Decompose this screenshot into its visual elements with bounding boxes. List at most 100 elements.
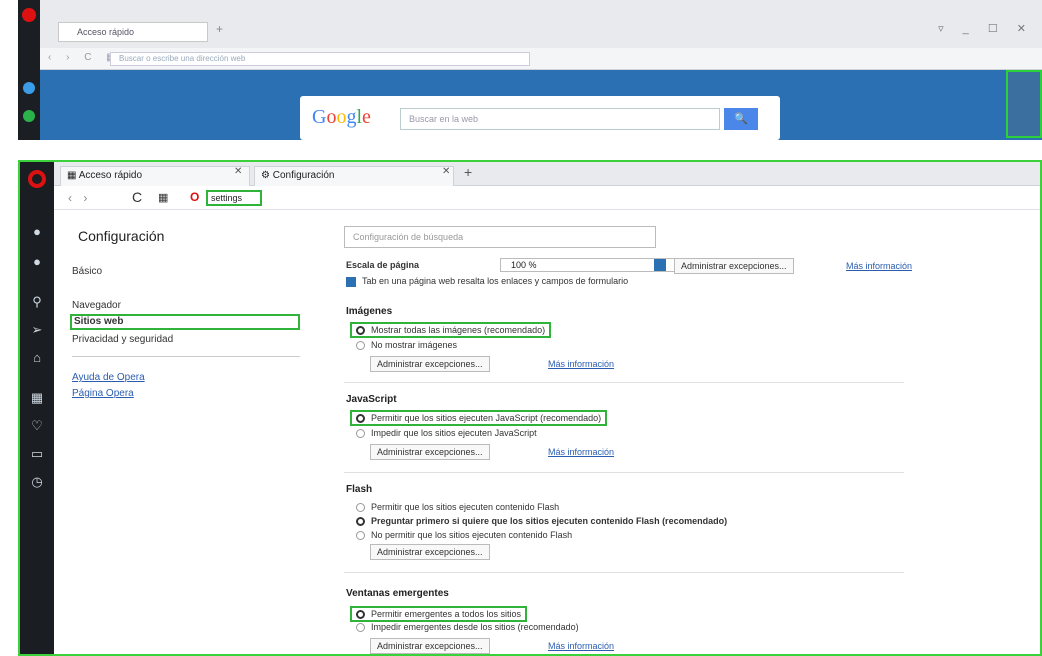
speed-dial-icon[interactable]: ▦: [158, 191, 168, 204]
messenger-icon[interactable]: [23, 82, 35, 94]
section-popups-title: Ventanas emergentes: [346, 588, 449, 599]
nav-item-basic[interactable]: Básico: [72, 266, 102, 277]
tab-label: Acceso rápido: [78, 170, 143, 181]
option-label: Permitir que los sitios ejecuten JavaScr…: [371, 413, 602, 423]
history-icon[interactable]: ◷: [29, 474, 45, 490]
settings-title: Configuración: [78, 228, 165, 244]
option-label: Impedir emergentes desde los sitios (rec…: [371, 622, 579, 632]
flash-allow-option[interactable]: Permitir que los sitios ejecuten conteni…: [356, 502, 560, 513]
tab-quick-access[interactable]: ▦ Acceso rápido: [60, 166, 250, 186]
option-label: Permitir emergentes a todos los sitios: [371, 609, 522, 619]
sidebar: ● ● ⚲ ➢ ⌂ ▦ ♡ ▭ ◷: [20, 162, 54, 654]
speed-dial-icon[interactable]: ▦: [29, 390, 45, 406]
radio-icon[interactable]: [356, 429, 365, 439]
section-flash-title: Flash: [346, 484, 373, 495]
option-label: Mostrar todas las imágenes (recomendado): [371, 325, 546, 335]
radio-selected-icon[interactable]: [356, 414, 365, 424]
option-label: No permitir que los sitios ejecuten cont…: [371, 530, 573, 540]
option-label: No mostrar imágenes: [371, 340, 458, 350]
radio-icon[interactable]: [356, 623, 365, 633]
address-bar: ‹ › C ▦ O settings: [54, 186, 1040, 210]
zoom-label: Escala de página: [346, 260, 420, 270]
messenger-icon[interactable]: ●: [29, 224, 45, 240]
search-icon[interactable]: ⚲: [29, 294, 45, 310]
google-search-widget: Google Buscar en la web 🔍: [300, 96, 780, 140]
option-label: Impedir que los sitios ejecuten JavaScri…: [371, 428, 537, 438]
flash-block-option[interactable]: No permitir que los sitios ejecuten cont…: [356, 530, 573, 541]
window-controls[interactable]: ▿ _ ☐ ✕: [938, 22, 1034, 35]
settings-search-input[interactable]: Configuración de búsqueda: [344, 226, 656, 248]
zoom-select[interactable]: 100 %: [500, 258, 678, 272]
nav-item-privacy[interactable]: Privacidad y seguridad: [72, 334, 173, 345]
reload-icon[interactable]: C: [132, 189, 142, 205]
option-label: Preguntar primero si quiere que los siti…: [371, 516, 728, 526]
preview-address-bar: ‹ › C ▦ Buscar o escribe una dirección w…: [40, 48, 1042, 70]
nav-divider: [72, 356, 300, 357]
new-tab-button[interactable]: +: [464, 164, 472, 180]
popups-block-option[interactable]: Impedir emergentes desde los sitios (rec…: [356, 622, 579, 633]
settings-icon: ⚙: [261, 170, 273, 181]
popups-more-info-link[interactable]: Más información: [548, 641, 614, 651]
settings-window: ● ● ⚲ ➢ ⌂ ▦ ♡ ▭ ◷ ▦ Acceso rápido ✕ ⚙ Co…: [18, 160, 1042, 656]
nav-item-browser[interactable]: Navegador: [72, 300, 121, 311]
radio-selected-icon[interactable]: [356, 517, 365, 527]
settings-nav: Configuración Básico Navegador Sitios we…: [54, 210, 300, 654]
flash-manage-button[interactable]: Administrar excepciones...: [370, 544, 490, 560]
grid-icon: ▦: [67, 170, 79, 181]
option-label: Permitir que los sitios ejecuten conteni…: [371, 502, 560, 512]
zoom-dropdown-icon[interactable]: [654, 259, 666, 271]
radio-icon[interactable]: [356, 341, 365, 351]
images-more-info-link[interactable]: Más información: [548, 359, 614, 369]
preview-tab[interactable]: Acceso rápido: [58, 22, 208, 42]
google-search-button[interactable]: 🔍: [724, 108, 758, 130]
tab-label: Configuración: [272, 170, 335, 181]
tab-settings[interactable]: ⚙ Configuración: [254, 166, 454, 186]
section-separator: [344, 472, 904, 473]
preview-tabbar: Acceso rápido + ▿ _ ☐ ✕: [40, 0, 1042, 48]
whatsapp-icon[interactable]: [23, 110, 35, 122]
flash-ask-option[interactable]: Preguntar primero si quiere que los siti…: [356, 516, 728, 527]
send-icon[interactable]: ➢: [29, 322, 45, 338]
radio-icon[interactable]: [356, 503, 365, 513]
url-field[interactable]: settings: [206, 190, 262, 206]
images-show-all-option[interactable]: Mostrar todas las imágenes (recomendado): [350, 322, 552, 339]
browser-preview-panel: Acceso rápido + ▿ _ ☐ ✕ ‹ › C ▦ Buscar o…: [18, 0, 1042, 140]
zoom-more-info-link[interactable]: Más información: [846, 261, 912, 271]
tab-close-icon[interactable]: ✕: [442, 166, 450, 177]
preview-new-tab-button[interactable]: +: [216, 22, 223, 36]
images-manage-button[interactable]: Administrar excepciones...: [370, 356, 490, 372]
nav-item-websites[interactable]: Sitios web: [70, 314, 300, 330]
checkbox-icon[interactable]: [346, 276, 356, 287]
preview-sidebar: [18, 0, 40, 140]
link-opera-help[interactable]: Ayuda de Opera: [72, 372, 145, 383]
tab-links-option[interactable]: Tab en una página web resalta los enlace…: [346, 276, 628, 287]
whatsapp-icon[interactable]: ●: [29, 254, 45, 270]
google-logo: Google: [312, 106, 371, 128]
speed-dial-thumbnail[interactable]: [1006, 70, 1042, 138]
back-forward-icons[interactable]: ‹ ›: [68, 191, 91, 205]
popups-manage-button[interactable]: Administrar excepciones...: [370, 638, 490, 654]
opera-url-icon: O: [190, 190, 200, 204]
preview-url-field[interactable]: Buscar o escribe una dirección web: [110, 52, 530, 66]
js-allow-option[interactable]: Permitir que los sitios ejecuten JavaScr…: [350, 410, 608, 427]
google-search-input[interactable]: Buscar en la web: [400, 108, 720, 130]
news-icon[interactable]: ⌂: [29, 350, 45, 366]
zoom-manage-button[interactable]: Administrar excepciones...: [674, 258, 794, 274]
js-block-option[interactable]: Impedir que los sitios ejecuten JavaScri…: [356, 428, 537, 439]
popups-allow-option[interactable]: Permitir emergentes a todos los sitios: [350, 606, 528, 623]
bookmarks-icon[interactable]: ♡: [29, 418, 45, 434]
section-separator: [344, 382, 904, 383]
js-more-info-link[interactable]: Más información: [548, 447, 614, 457]
js-manage-button[interactable]: Administrar excepciones...: [370, 444, 490, 460]
tabs-icon[interactable]: ▭: [29, 446, 45, 462]
section-javascript-title: JavaScript: [346, 394, 397, 405]
radio-selected-icon[interactable]: [356, 610, 365, 620]
opera-logo-icon[interactable]: [28, 170, 46, 188]
settings-content: Configuración de búsqueda Escala de pági…: [320, 210, 1040, 654]
tab-close-icon[interactable]: ✕: [234, 166, 242, 177]
link-opera-page[interactable]: Página Opera: [72, 388, 134, 399]
radio-icon[interactable]: [356, 531, 365, 541]
opera-logo-icon[interactable]: [22, 8, 36, 22]
images-none-option[interactable]: No mostrar imágenes: [356, 340, 458, 351]
radio-selected-icon[interactable]: [356, 326, 365, 336]
